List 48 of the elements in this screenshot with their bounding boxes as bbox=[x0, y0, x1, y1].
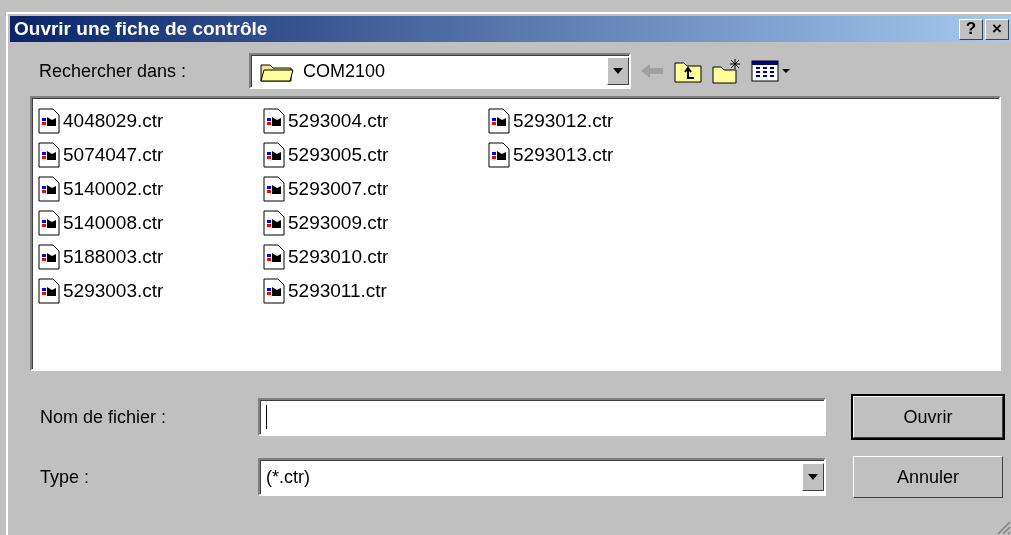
file-item[interactable]: 5293013.ctr bbox=[488, 138, 713, 172]
file-icon bbox=[38, 244, 60, 270]
file-item[interactable]: 5188003.ctr bbox=[38, 240, 263, 274]
open-button[interactable]: Ouvrir bbox=[853, 396, 1003, 438]
file-icon bbox=[263, 176, 285, 202]
look-in-label: Rechercher dans : bbox=[39, 59, 188, 83]
file-item[interactable]: 5293003.ctr bbox=[38, 274, 263, 308]
file-icon bbox=[263, 210, 285, 236]
new-folder-icon[interactable] bbox=[711, 57, 743, 85]
look-in-dropdown[interactable]: COM2100 bbox=[249, 53, 631, 89]
caret-icon bbox=[613, 68, 623, 74]
file-item[interactable]: 5293004.ctr bbox=[263, 104, 488, 138]
dropdown-button[interactable] bbox=[607, 57, 629, 85]
file-name-label: Nom de fichier : bbox=[40, 405, 168, 429]
file-icon bbox=[263, 278, 285, 304]
dropdown-button[interactable] bbox=[802, 463, 824, 491]
file-item[interactable]: 5140002.ctr bbox=[38, 172, 263, 206]
file-type-dropdown[interactable]: (*.ctr) bbox=[258, 458, 826, 496]
caret-icon bbox=[808, 474, 818, 480]
help-button[interactable]: ? bbox=[959, 18, 983, 40]
file-icon bbox=[263, 108, 285, 134]
file-icon bbox=[488, 108, 510, 134]
view-menu-icon[interactable] bbox=[751, 59, 791, 83]
cancel-button[interactable]: Annuler bbox=[853, 456, 1003, 498]
file-icon bbox=[38, 210, 60, 236]
file-item[interactable]: 5293005.ctr bbox=[263, 138, 488, 172]
file-icon bbox=[38, 108, 60, 134]
file-type-value: (*.ctr) bbox=[266, 465, 311, 489]
file-icon bbox=[38, 142, 60, 168]
file-item[interactable]: 4048029.ctr bbox=[38, 104, 263, 138]
look-in-value: COM2100 bbox=[303, 59, 387, 83]
file-item[interactable]: 5074047.ctr bbox=[38, 138, 263, 172]
file-item[interactable]: 5293012.ctr bbox=[488, 104, 713, 138]
file-item[interactable]: 5293011.ctr bbox=[263, 274, 488, 308]
file-item[interactable]: 5293007.ctr bbox=[263, 172, 488, 206]
type-label: Type : bbox=[40, 465, 91, 489]
resize-grip-icon[interactable] bbox=[995, 519, 1011, 535]
close-button[interactable]: × bbox=[985, 18, 1009, 40]
window-title: Ouvrir une fiche de contrôle bbox=[14, 16, 269, 41]
file-icon bbox=[38, 278, 60, 304]
file-icon bbox=[488, 142, 510, 168]
file-name-field[interactable] bbox=[258, 398, 826, 436]
file-item[interactable]: 5293009.ctr bbox=[263, 206, 488, 240]
file-icon bbox=[38, 176, 60, 202]
file-icon bbox=[263, 142, 285, 168]
file-item[interactable]: 5293010.ctr bbox=[263, 240, 488, 274]
file-icon bbox=[263, 244, 285, 270]
file-item[interactable]: 5140008.ctr bbox=[38, 206, 263, 240]
